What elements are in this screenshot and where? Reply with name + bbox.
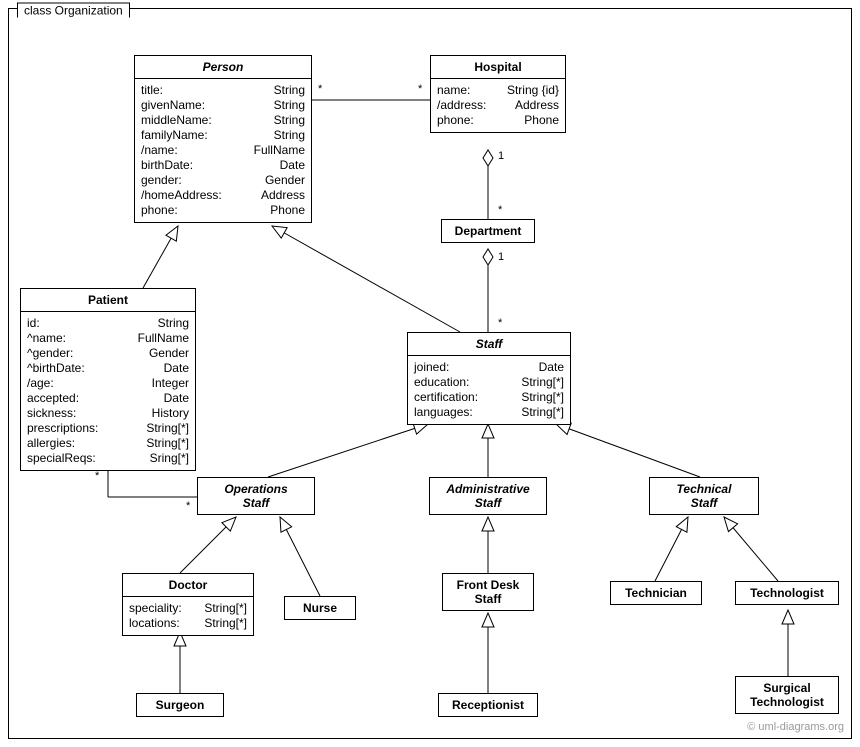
attribute-row: certification:String[*] — [414, 390, 564, 405]
mult-hospital-dept-star: * — [498, 204, 502, 216]
attribute-row: ^gender:Gender — [27, 346, 189, 361]
attribute-row: languages:String[*] — [414, 405, 564, 420]
attribute-row: /homeAddress:Address — [141, 188, 305, 203]
attribute-row: /age:Integer — [27, 376, 189, 391]
class-title: Person — [135, 56, 311, 79]
class-title: Administrative Staff — [430, 478, 546, 514]
class-title: Technician — [611, 582, 701, 604]
attribute-row: ^name:FullName — [27, 331, 189, 346]
attribute-row: birthDate:Date — [141, 158, 305, 173]
class-title: Doctor — [123, 574, 253, 597]
attribute-row: locations:String[*] — [129, 616, 247, 631]
attribute-row: sickness:History — [27, 406, 189, 421]
attribute-row: joined:Date — [414, 360, 564, 375]
class-title: Operations Staff — [198, 478, 314, 514]
attribute-row: /address:Address — [437, 98, 559, 113]
class-attrs: speciality:String[*]locations:String[*] — [123, 597, 253, 635]
attribute-row: prescriptions:String[*] — [27, 421, 189, 436]
class-hospital: Hospital name:String {id}/address:Addres… — [430, 55, 566, 133]
class-title: Patient — [21, 289, 195, 312]
attribute-row: ^birthDate:Date — [27, 361, 189, 376]
class-front-desk-staff: Front Desk Staff — [442, 573, 534, 611]
uml-diagram-canvas: class Organization — [0, 0, 860, 747]
mult-dept-staff-star: * — [498, 317, 502, 329]
class-title: Technologist — [736, 582, 838, 604]
class-receptionist: Receptionist — [438, 693, 538, 717]
attribute-row: title:String — [141, 83, 305, 98]
attribute-row: givenName:String — [141, 98, 305, 113]
class-surgeon: Surgeon — [136, 693, 224, 717]
class-title: Surgical Technologist — [736, 677, 838, 713]
class-technologist: Technologist — [735, 581, 839, 605]
mult-person-hospital-left: * — [318, 83, 322, 95]
class-operations-staff: Operations Staff — [197, 477, 315, 515]
attribute-row: name:String {id} — [437, 83, 559, 98]
attribute-row: accepted:Date — [27, 391, 189, 406]
attribute-row: id:String — [27, 316, 189, 331]
class-attrs: title:StringgivenName:StringmiddleName:S… — [135, 79, 311, 222]
mult-patient-ops-top: * — [95, 470, 99, 482]
class-surgical-technologist: Surgical Technologist — [735, 676, 839, 714]
attribute-row: gender:Gender — [141, 173, 305, 188]
attribute-row: familyName:String — [141, 128, 305, 143]
mult-patient-ops-bottom: * — [186, 500, 190, 512]
attribute-row: phone:Phone — [437, 113, 559, 128]
mult-person-hospital-right: * — [418, 83, 422, 95]
attribute-row: allergies:String[*] — [27, 436, 189, 451]
class-attrs: id:String^name:FullName^gender:Gender^bi… — [21, 312, 195, 470]
attribute-row: /name:FullName — [141, 143, 305, 158]
class-person: Person title:StringgivenName:Stringmiddl… — [134, 55, 312, 223]
class-title: Technical Staff — [650, 478, 758, 514]
class-title: Front Desk Staff — [443, 574, 533, 610]
class-title: Hospital — [431, 56, 565, 79]
attribute-row: specialReqs:Sring[*] — [27, 451, 189, 466]
class-doctor: Doctor speciality:String[*]locations:Str… — [122, 573, 254, 636]
attribute-row: education:String[*] — [414, 375, 564, 390]
class-technician: Technician — [610, 581, 702, 605]
class-attrs: name:String {id}/address:Addressphone:Ph… — [431, 79, 565, 132]
class-department: Department — [441, 219, 535, 243]
class-title: Nurse — [285, 597, 355, 619]
class-title: Staff — [408, 333, 570, 356]
class-staff: Staff joined:Dateeducation:String[*]cert… — [407, 332, 571, 425]
class-attrs: joined:Dateeducation:String[*]certificat… — [408, 356, 570, 424]
attribute-row: phone:Phone — [141, 203, 305, 218]
class-nurse: Nurse — [284, 596, 356, 620]
class-patient: Patient id:String^name:FullName^gender:G… — [20, 288, 196, 471]
class-title: Receptionist — [439, 694, 537, 716]
mult-dept-staff-1: 1 — [498, 251, 504, 263]
class-title: Surgeon — [137, 694, 223, 716]
class-technical-staff: Technical Staff — [649, 477, 759, 515]
package-frame-label: class Organization — [17, 3, 130, 18]
mult-hospital-dept-1: 1 — [498, 150, 504, 162]
watermark: © uml-diagrams.org — [747, 721, 844, 733]
attribute-row: speciality:String[*] — [129, 601, 247, 616]
frame-label-text: class Organization — [24, 4, 123, 18]
attribute-row: middleName:String — [141, 113, 305, 128]
class-administrative-staff: Administrative Staff — [429, 477, 547, 515]
class-title: Department — [442, 220, 534, 242]
